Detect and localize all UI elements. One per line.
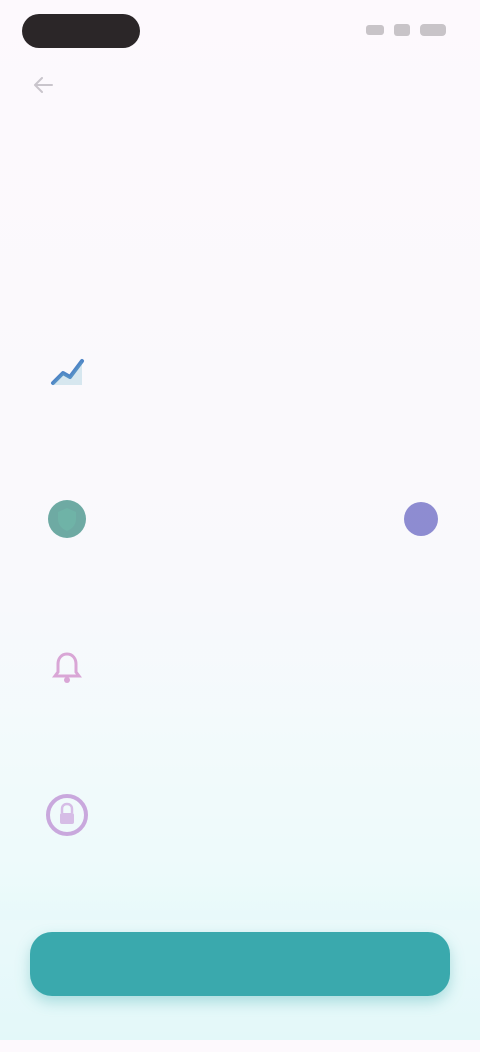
status-time-pill: [22, 14, 140, 48]
arrow-left-icon: [34, 77, 53, 93]
toggle-button[interactable]: [404, 502, 438, 536]
feature-item: [30, 312, 450, 460]
status-icons: [366, 24, 446, 36]
header: [30, 118, 450, 134]
shield-icon: [44, 496, 90, 542]
lock-icon: [44, 792, 90, 838]
feature-item: [30, 460, 450, 608]
continue-button[interactable]: [30, 932, 450, 996]
status-bar: [0, 0, 480, 64]
feature-item: [30, 608, 450, 756]
signal-icon: [366, 25, 384, 35]
bell-icon: [44, 644, 90, 690]
bottom-fade: [0, 880, 480, 920]
back-button[interactable]: [26, 68, 60, 102]
chart-trend-icon: [44, 348, 90, 394]
battery-icon: [420, 24, 446, 36]
wifi-icon: [394, 24, 410, 36]
